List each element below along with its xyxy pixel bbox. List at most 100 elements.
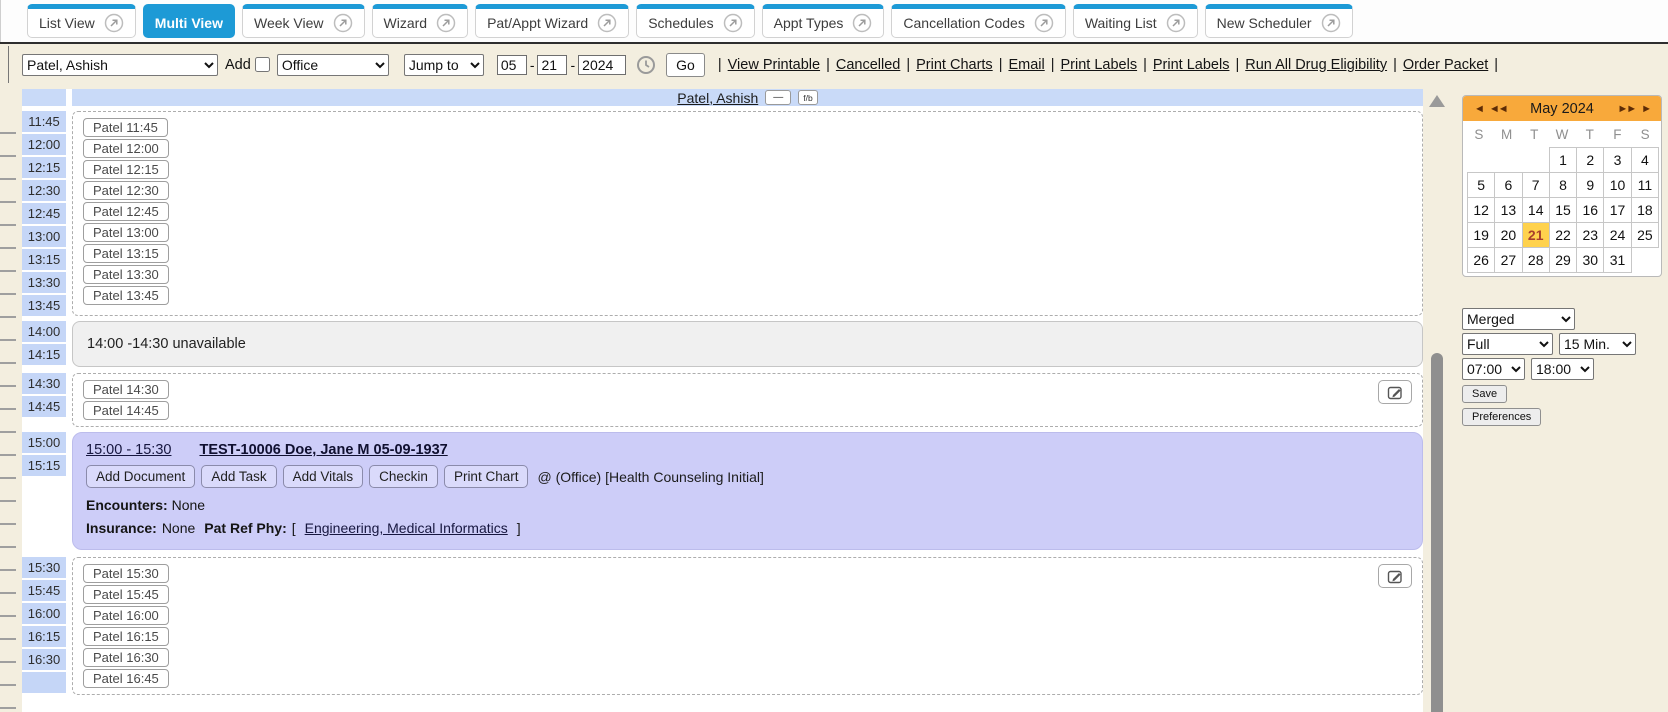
calendar-day-cell[interactable]: 23: [1576, 222, 1604, 248]
calendar-day-cell[interactable]: 26: [1467, 247, 1495, 273]
calendar-day-cell[interactable]: 27: [1494, 247, 1522, 273]
toolbar-link[interactable]: Cancelled: [836, 57, 901, 73]
open-slot-button[interactable]: Patel 16:30: [83, 648, 169, 667]
detach-tab-icon[interactable]: [852, 13, 872, 33]
calendar-day-cell[interactable]: 14: [1522, 197, 1550, 223]
calendar-day-cell[interactable]: [1631, 247, 1659, 273]
calendar-day-cell[interactable]: 2: [1576, 147, 1604, 173]
toolbar-link[interactable]: Order Packet: [1403, 57, 1488, 73]
appointment-time-link[interactable]: 15:00 - 15:30: [86, 442, 171, 458]
end-time-select[interactable]: 18:00: [1531, 358, 1594, 380]
scrollbar-thumb[interactable]: [1431, 353, 1443, 712]
tab[interactable]: Cancellation Codes: [891, 4, 1065, 38]
edit-availability-button[interactable]: [1378, 380, 1412, 404]
detach-tab-icon[interactable]: [1166, 13, 1186, 33]
calendar-day-cell[interactable]: 31: [1603, 247, 1631, 273]
tab[interactable]: Schedules: [636, 4, 754, 38]
minimize-column-button[interactable]: —: [765, 90, 791, 105]
calendar-day-cell[interactable]: 1: [1549, 147, 1577, 173]
tab[interactable]: Waiting List: [1073, 4, 1198, 38]
open-slot-button[interactable]: Patel 13:15: [83, 244, 169, 263]
open-slot-button[interactable]: Patel 16:15: [83, 627, 169, 646]
calendar-day-cell[interactable]: [1522, 147, 1550, 173]
open-slot-button[interactable]: Patel 14:30: [83, 380, 169, 399]
calendar-day-cell[interactable]: 30: [1576, 247, 1604, 273]
calendar-day-cell[interactable]: 11: [1631, 172, 1659, 198]
vertical-scrollbar[interactable]: [1428, 91, 1446, 712]
provider-select[interactable]: Patel, Ashish: [22, 54, 218, 76]
open-slot-button[interactable]: Patel 16:45: [83, 669, 169, 688]
open-slot-button[interactable]: Patel 12:45: [83, 202, 169, 221]
detach-tab-icon[interactable]: [1321, 13, 1341, 33]
appointment-action-button[interactable]: Checkin: [369, 465, 438, 488]
calendar-day-cell[interactable]: 8: [1549, 172, 1577, 198]
open-slot-button[interactable]: Patel 12:30: [83, 181, 169, 200]
go-button[interactable]: Go: [666, 53, 705, 77]
appointment-action-button[interactable]: Add Document: [86, 465, 195, 488]
calendar-day-cell[interactable]: 4: [1631, 147, 1659, 173]
open-slot-button[interactable]: Patel 13:00: [83, 223, 169, 242]
appointment-action-button[interactable]: Print Chart: [444, 465, 529, 488]
tab[interactable]: Appt Types: [762, 4, 885, 38]
open-slot-button[interactable]: Patel 15:45: [83, 585, 169, 604]
calendar-day-cell[interactable]: 5: [1467, 172, 1495, 198]
referring-physician-link[interactable]: Engineering, Medical Informatics: [305, 520, 508, 536]
open-slot-button[interactable]: Patel 11:45: [83, 118, 168, 137]
open-slot-button[interactable]: Patel 12:00: [83, 139, 169, 158]
open-slot-button[interactable]: Patel 15:30: [83, 564, 169, 583]
appointment-action-button[interactable]: Add Task: [201, 465, 276, 488]
calendar-day-cell[interactable]: 28: [1522, 247, 1550, 273]
size-select[interactable]: Full: [1462, 333, 1553, 355]
calendar-day-cell[interactable]: 17: [1603, 197, 1631, 223]
calendar-day-cell[interactable]: 25: [1631, 222, 1659, 248]
provider-header-link[interactable]: Patel, Ashish: [677, 90, 758, 106]
edit-availability-button[interactable]: [1378, 564, 1412, 588]
date-month-input[interactable]: [497, 55, 527, 75]
calendar-day-cell[interactable]: 7: [1522, 172, 1550, 198]
calendar-day-cell[interactable]: 12: [1467, 197, 1495, 223]
calendar-day-cell[interactable]: 16: [1576, 197, 1604, 223]
calendar-day-cell[interactable]: 10: [1603, 172, 1631, 198]
calendar-day-cell[interactable]: 6: [1494, 172, 1522, 198]
toolbar-link[interactable]: Print Charts: [916, 57, 993, 73]
tab[interactable]: List View: [27, 4, 136, 38]
preferences-button[interactable]: Preferences: [1462, 408, 1541, 426]
calendar-day-cell[interactable]: 13: [1494, 197, 1522, 223]
detach-tab-icon[interactable]: [333, 13, 353, 33]
open-slot-button[interactable]: Patel 12:15: [83, 160, 169, 179]
calendar-day-cell[interactable]: [1494, 147, 1522, 173]
save-button[interactable]: Save: [1462, 385, 1507, 403]
jump-to-select[interactable]: Jump to: [404, 54, 484, 76]
toolbar-link[interactable]: View Printable: [728, 57, 820, 73]
toolbar-link[interactable]: Print Labels: [1061, 57, 1138, 73]
calendar-day-cell[interactable]: 15: [1549, 197, 1577, 223]
appointment-patient-link[interactable]: TEST-10006 Doe, Jane M 05-09-1937: [199, 442, 447, 458]
tab[interactable]: New Scheduler: [1205, 4, 1353, 38]
open-slot-button[interactable]: Patel 14:45: [83, 401, 169, 420]
fb-button[interactable]: f/b: [798, 90, 817, 105]
clock-icon[interactable]: [636, 55, 656, 75]
detach-tab-icon[interactable]: [436, 13, 456, 33]
prev-year-icon[interactable]: ◄◄: [1486, 103, 1510, 115]
detach-tab-icon[interactable]: [597, 13, 617, 33]
add-checkbox[interactable]: [255, 57, 270, 72]
next-year-icon[interactable]: ►►: [1614, 103, 1638, 115]
tab[interactable]: Pat/Appt Wizard: [475, 4, 629, 38]
date-year-input[interactable]: [578, 55, 626, 75]
start-time-select[interactable]: 07:00: [1462, 358, 1525, 380]
detach-tab-icon[interactable]: [723, 13, 743, 33]
interval-select[interactable]: 15 Min.: [1559, 333, 1636, 355]
appointment-action-button[interactable]: Add Vitals: [283, 465, 364, 488]
calendar-day-cell[interactable]: 18: [1631, 197, 1659, 223]
calendar-day-cell[interactable]: [1467, 147, 1495, 173]
view-mode-select[interactable]: Merged: [1462, 308, 1575, 330]
calendar-day-cell[interactable]: 19: [1467, 222, 1495, 248]
tab[interactable]: Wizard: [372, 4, 469, 38]
toolbar-link[interactable]: Run All Drug Eligibility: [1245, 57, 1387, 73]
calendar-day-cell[interactable]: 22: [1549, 222, 1577, 248]
open-slot-button[interactable]: Patel 13:45: [83, 286, 169, 305]
calendar-day-cell[interactable]: 3: [1603, 147, 1631, 173]
calendar-day-cell[interactable]: 21: [1522, 222, 1550, 248]
toolbar-link[interactable]: Email: [1008, 57, 1044, 73]
prev-month-icon[interactable]: ◄: [1471, 103, 1486, 115]
